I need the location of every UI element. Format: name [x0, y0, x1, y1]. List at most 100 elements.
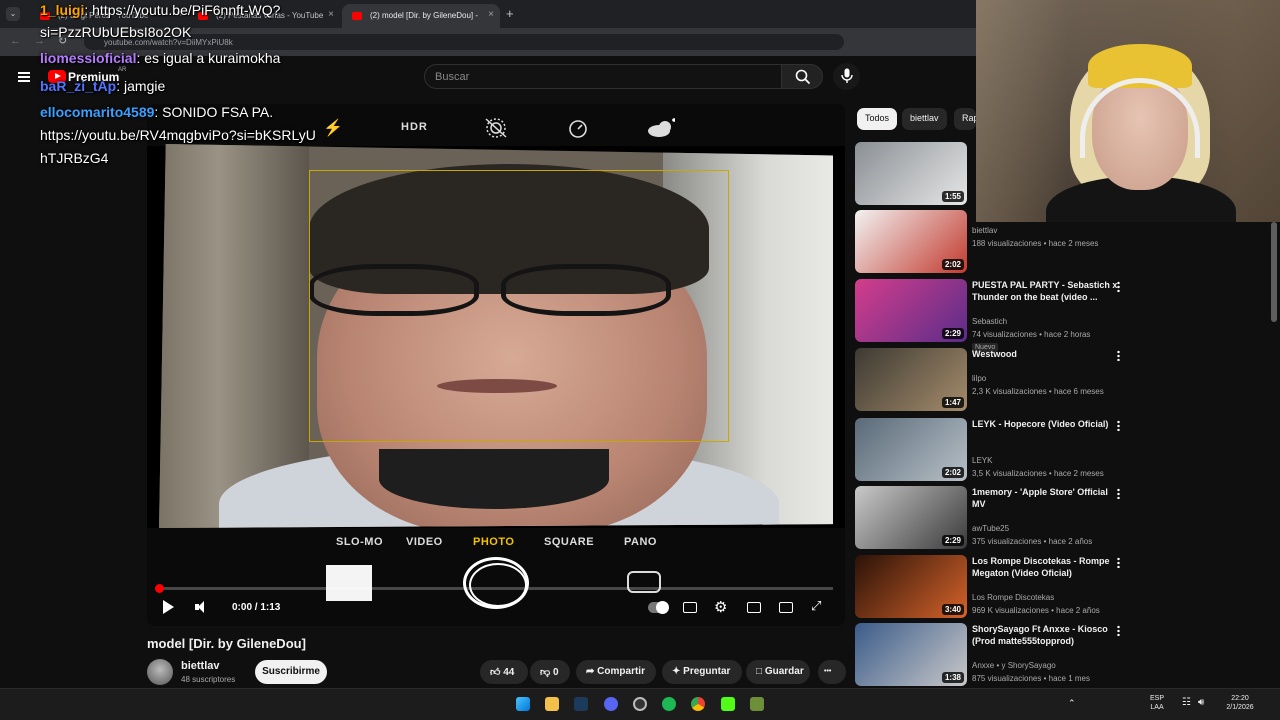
recommendation-views: 875 visualizaciones • hace 1 mes: [972, 674, 1090, 683]
chat-message: https://youtu.be/RV4mqgbviPo?si=bKSRLyU: [40, 127, 316, 143]
speaker-icon[interactable]: 🔊︎: [1198, 697, 1204, 708]
recommendation-thumbnail[interactable]: 2:29: [855, 486, 967, 549]
share-button[interactable]: ➦ Compartir: [576, 660, 656, 684]
youtube-favicon-icon: [352, 12, 362, 20]
dislike-button[interactable]: 👎︎ 0: [530, 660, 570, 684]
progress-scrubber[interactable]: [155, 584, 164, 593]
browser-tab-3[interactable]: (2) model [Dir. by GileneDou] - ×: [342, 4, 500, 28]
chrome-icon[interactable]: [691, 697, 705, 711]
subtitles-icon[interactable]: [683, 602, 697, 613]
chip-biettlav[interactable]: biettlav: [902, 108, 947, 130]
steam-icon[interactable]: [574, 697, 588, 711]
voice-search-button[interactable]: [833, 63, 860, 90]
hamburger-menu-icon[interactable]: [18, 72, 30, 82]
file-explorer-icon[interactable]: [545, 697, 559, 711]
discord-icon[interactable]: [604, 697, 618, 711]
search-input[interactable]: Buscar: [424, 64, 782, 89]
recommendation-title[interactable]: Westwood: [972, 348, 1122, 360]
recommendation-title[interactable]: Los Rompe Discotekas - Rompe Megaton (Vi…: [972, 555, 1122, 579]
chip-rap[interactable]: Rap: [954, 108, 976, 130]
share-icon: ➦: [586, 666, 595, 677]
clock[interactable]: 22:20 2/1/2026: [1218, 694, 1262, 712]
recommendation-channel[interactable]: Sebastich: [972, 317, 1007, 326]
recommendation-thumbnail[interactable]: 3:40: [855, 555, 967, 618]
recommendation-item[interactable]: 1:38 ShorySayago Ft Anxxe - Kiosco (Prod …: [855, 623, 1155, 687]
chat-message: hTJRBzG4: [40, 150, 108, 166]
recommendation-channel[interactable]: lilpo: [972, 374, 986, 383]
more-options-icon[interactable]: [1117, 625, 1120, 636]
video-title: model [Dir. by GileneDou]: [147, 636, 306, 651]
settings-gear-icon[interactable]: ⚙: [714, 598, 727, 616]
volume-icon[interactable]: [195, 601, 207, 613]
recommendation-thumbnail[interactable]: 1:38: [855, 623, 967, 686]
more-options-icon[interactable]: [1117, 281, 1120, 292]
ask-button[interactable]: ✦ Preguntar: [662, 660, 742, 684]
fullscreen-icon[interactable]: ⤢: [811, 598, 821, 614]
tab-list-dropdown[interactable]: ⌄: [6, 7, 20, 21]
recommendation-thumbnail[interactable]: 1:47: [855, 348, 967, 411]
recommendation-views: 375 visualizaciones • hace 2 años: [972, 537, 1093, 546]
back-arrow-icon[interactable]: ←: [10, 35, 21, 47]
language-indicator[interactable]: ESP LAA: [1150, 694, 1164, 712]
close-tab-icon[interactable]: ×: [328, 9, 334, 20]
minecraft-icon[interactable]: [750, 697, 764, 711]
wifi-icon[interactable]: ☷: [1182, 697, 1191, 708]
more-options-icon[interactable]: [1117, 420, 1120, 431]
recommendation-item[interactable]: 2:29 1memory - 'Apple Store' Official MV a…: [855, 486, 1155, 550]
more-options-icon[interactable]: [1117, 557, 1120, 568]
more-options-icon[interactable]: [1117, 488, 1120, 499]
search-placeholder: Buscar: [435, 71, 470, 83]
more-actions-button[interactable]: •••: [818, 660, 846, 684]
play-button-icon[interactable]: [163, 600, 174, 614]
recommendation-item[interactable]: 1:47 Westwood lilpo 2,3 K visualizaciones •…: [855, 348, 1155, 412]
recommendation-thumbnail[interactable]: 2:29: [855, 279, 967, 342]
clock-time: 22:20: [1231, 695, 1249, 702]
like-button[interactable]: 👍︎ 44: [480, 660, 528, 684]
kick-icon[interactable]: [721, 697, 735, 711]
close-tab-icon[interactable]: ×: [488, 9, 494, 20]
recommendation-channel[interactable]: awTube25: [972, 524, 1009, 533]
recommendation-thumbnail[interactable]: 2:02: [855, 210, 967, 273]
recommendation-title[interactable]: 1memory - 'Apple Store' Official MV: [972, 486, 1122, 510]
recommendation-title[interactable]: ShorySayago Ft Anxxe - Kiosco (Prod matt…: [972, 623, 1122, 647]
autoplay-toggle[interactable]: [648, 601, 669, 614]
save-label: Guardar: [764, 666, 804, 677]
sidebar-scrollbar[interactable]: [1271, 222, 1277, 322]
progress-bar[interactable]: [155, 584, 833, 593]
video-duration: 1:47: [941, 397, 964, 408]
recommendation-item[interactable]: 3:40 Los Rompe Discotekas - Rompe Megaton…: [855, 555, 1155, 619]
subscribe-button[interactable]: Suscribirme: [255, 660, 327, 684]
recommendation-title[interactable]: PUESTA PAL PARTY - Sebastich x Thunder o…: [972, 279, 1122, 303]
recommendation-channel[interactable]: Anxxe • y ShorySayago: [972, 661, 1056, 670]
new-tab-button[interactable]: +: [506, 6, 514, 21]
chip-todos[interactable]: Todos: [857, 108, 898, 130]
windows-start-icon[interactable]: [516, 697, 530, 711]
recommendation-title[interactable]: LEYK - Hopecore (Video Oficial): [972, 418, 1122, 430]
theater-mode-icon[interactable]: [779, 602, 793, 613]
share-label: Compartir: [597, 666, 645, 677]
more-options-icon[interactable]: [1117, 350, 1120, 361]
save-button[interactable]: □ Guardar: [746, 660, 810, 684]
dislike-count: 0: [552, 667, 559, 678]
search-button[interactable]: [781, 64, 823, 89]
address-bar[interactable]: youtube.com/watch?v=DiiMYxPiU8k: [84, 34, 844, 50]
recommendation-views: 188 visualizaciones • hace 2 meses: [972, 239, 1099, 248]
recommendation-item[interactable]: 2:29 PUESTA PAL PARTY - Sebastich x Thund…: [855, 279, 1155, 352]
recommendation-thumbnail[interactable]: 2:02: [855, 418, 967, 481]
spotify-icon[interactable]: [662, 697, 676, 711]
recommendation-thumbnail[interactable]: 1:55: [855, 142, 967, 205]
recommendation-channel[interactable]: LEYK: [972, 456, 992, 465]
chat-username: ellocomarito4589: [40, 104, 155, 120]
recommendation-channel[interactable]: biettlav: [972, 226, 997, 235]
channel-avatar[interactable]: [147, 659, 173, 685]
channel-name[interactable]: biettlav: [181, 660, 220, 672]
chat-text: : jamgie: [116, 78, 166, 94]
miniplayer-icon[interactable]: [747, 602, 761, 613]
recommendation-channel[interactable]: Los Rompe Discotekas: [972, 593, 1054, 602]
tray-chevron-icon[interactable]: ⌃: [1068, 698, 1076, 709]
live-photo-icon: [485, 118, 507, 138]
recommendation-item[interactable]: 2:02 LEYK - Hopecore (Video Oficial) LEYK 3…: [855, 418, 1155, 482]
obs-icon[interactable]: [633, 697, 647, 711]
video-player[interactable]: ⚡ HDR SLO-MO VIDEO PHOTO SQUARE PANO 0:0…: [147, 104, 845, 626]
chat-text: hTJRBzG4: [40, 150, 109, 166]
